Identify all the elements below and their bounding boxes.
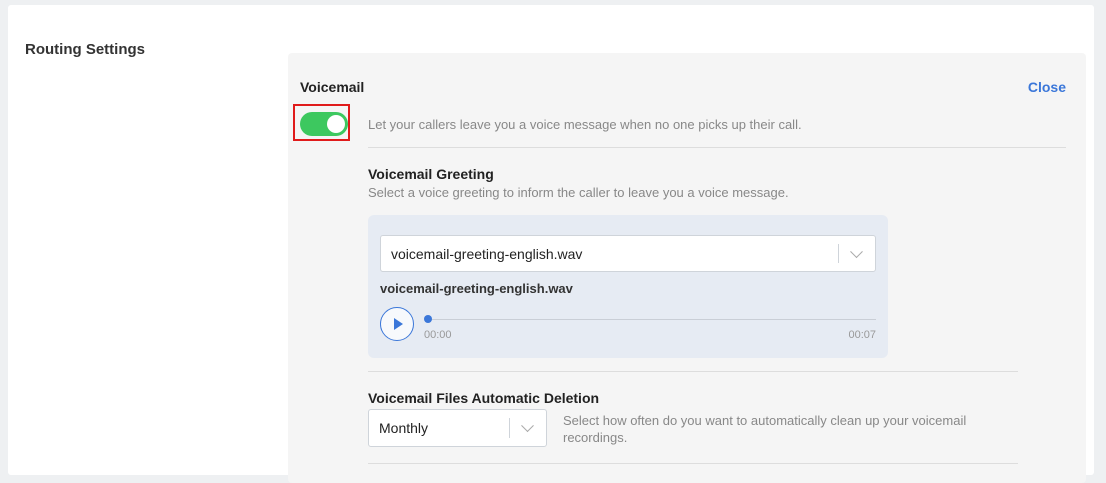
chevron-down-icon[interactable]	[521, 419, 534, 433]
voicemail-toggle-description: Let your callers leave you a voice messa…	[368, 117, 802, 132]
audio-progress-track[interactable]	[424, 315, 876, 323]
play-icon	[394, 318, 403, 330]
divider	[368, 371, 1018, 372]
greeting-box: voicemail-greeting-english.wav voicemail…	[368, 215, 888, 358]
play-button[interactable]	[380, 307, 414, 341]
current-time: 00:00	[424, 329, 452, 341]
select-separator	[509, 418, 510, 438]
greeting-file-label: voicemail-greeting-english.wav	[380, 281, 573, 296]
select-separator	[838, 244, 839, 263]
settings-card: Routing Settings Voicemail Close Let you…	[8, 5, 1094, 483]
divider	[368, 463, 1018, 464]
close-link[interactable]: Close	[1028, 79, 1066, 95]
deletion-description: Select how often do you want to automati…	[563, 413, 967, 445]
voicemail-panel: Voicemail Close Let your callers leave y…	[288, 53, 1086, 483]
deletion-frequency-select[interactable]: Monthly	[368, 409, 547, 447]
audio-progress-handle[interactable]	[424, 315, 432, 323]
section-title: Routing Settings	[25, 41, 145, 58]
greeting-description: Select a voice greeting to inform the ca…	[368, 185, 789, 200]
voicemail-toggle[interactable]	[300, 112, 348, 136]
deletion-title: Voicemail Files Automatic Deletion	[368, 390, 600, 406]
greeting-select[interactable]: voicemail-greeting-english.wav	[380, 235, 876, 272]
duration: 00:07	[848, 329, 876, 341]
toggle-knob	[327, 115, 345, 133]
voicemail-title: Voicemail	[300, 79, 365, 95]
greeting-title: Voicemail Greeting	[368, 166, 494, 182]
deletion-select-value: Monthly	[379, 420, 429, 436]
greeting-select-value: voicemail-greeting-english.wav	[391, 245, 583, 262]
divider	[368, 147, 1066, 148]
chevron-down-icon[interactable]	[850, 244, 863, 258]
